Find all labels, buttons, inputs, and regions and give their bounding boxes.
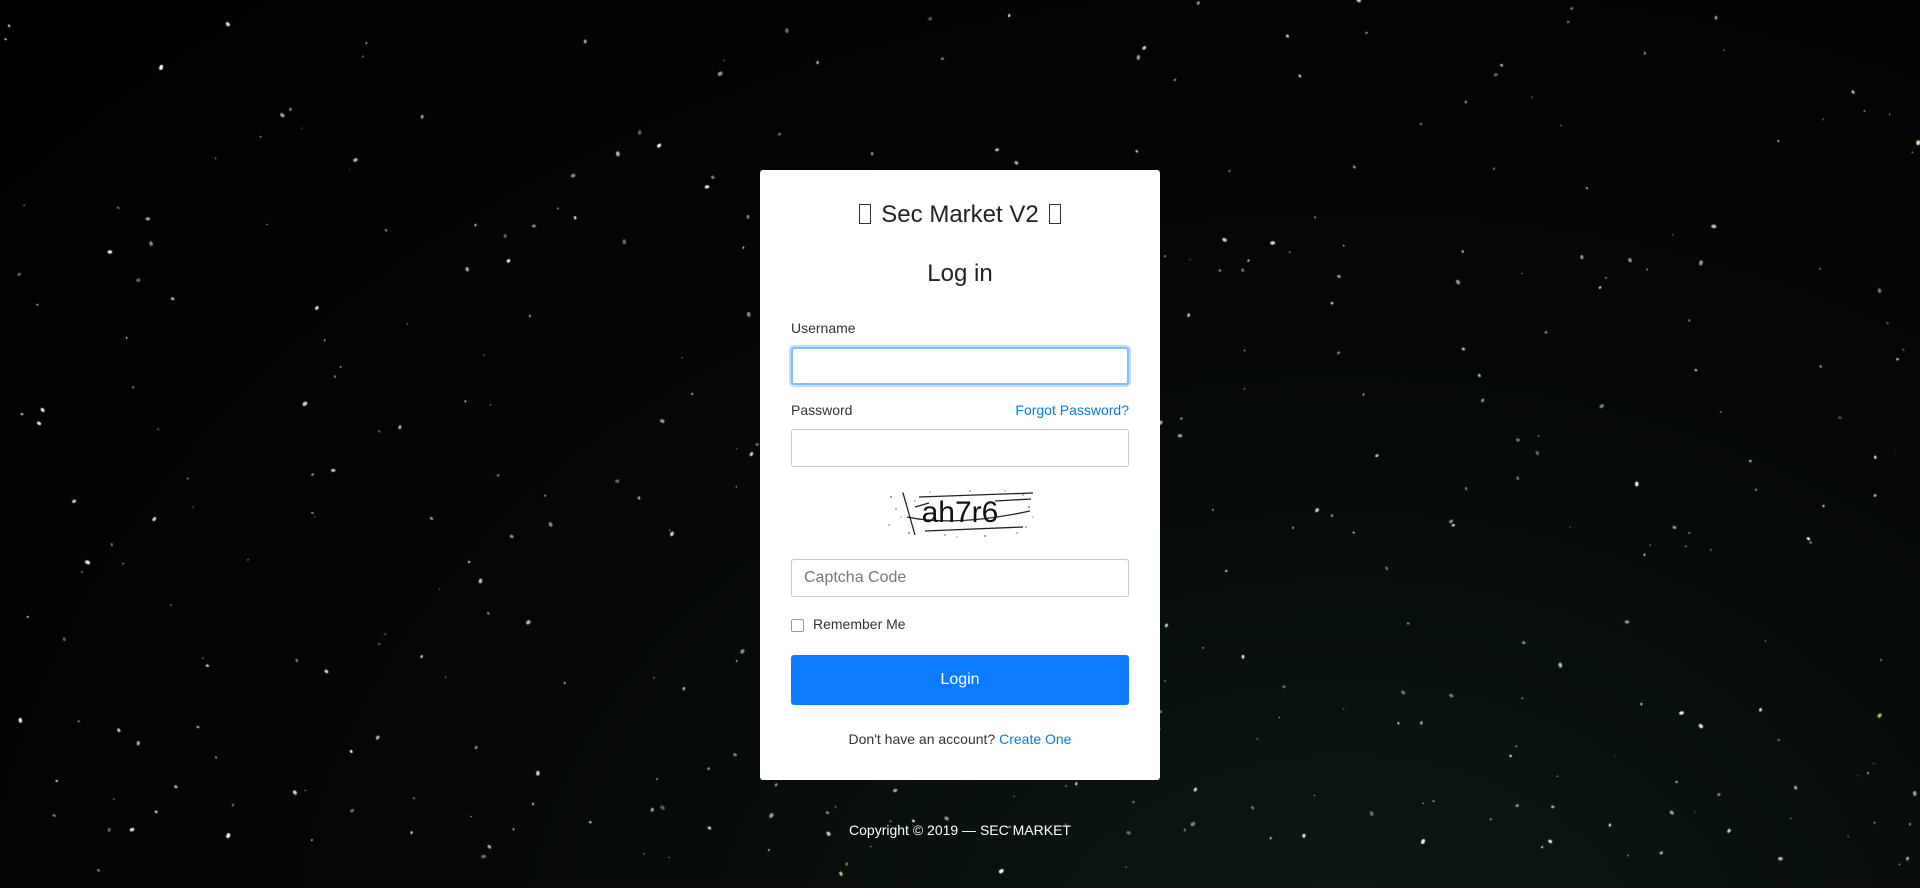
captcha-text: ah7r6: [922, 496, 999, 529]
remember-me-row: Remember Me: [791, 615, 1129, 633]
footer-copyright: Copyright © 2019 — SEC MARKET: [849, 822, 1071, 838]
signup-prompt: Don't have an account? Create One: [791, 731, 1129, 747]
create-account-link[interactable]: Create One: [999, 731, 1071, 747]
remember-me-checkbox[interactable]: [791, 618, 804, 632]
captcha-input[interactable]: [791, 559, 1129, 597]
password-label-row: Password Forgot Password?: [791, 401, 1129, 419]
captcha-image: ah7r6: [888, 490, 1034, 538]
brand-title: Sec Market V2: [791, 200, 1129, 230]
username-input[interactable]: [791, 347, 1129, 385]
missing-glyph-icon: [858, 204, 871, 224]
forgot-password-link[interactable]: Forgot Password?: [1015, 401, 1129, 419]
password-label: Password: [791, 402, 853, 418]
login-button[interactable]: Login: [791, 655, 1129, 705]
page-title: Log in: [927, 260, 993, 287]
username-label-row: Username: [791, 319, 1129, 337]
remember-me-label[interactable]: Remember Me: [813, 616, 906, 632]
brand-title-text: Sec Market V2: [881, 201, 1039, 228]
password-input[interactable]: [791, 429, 1129, 467]
login-card: Sec Market V2 Log in Username Password F…: [760, 170, 1160, 780]
username-label: Username: [791, 320, 856, 336]
no-account-text: Don't have an account?: [848, 731, 996, 747]
missing-glyph-icon: [1049, 204, 1062, 224]
